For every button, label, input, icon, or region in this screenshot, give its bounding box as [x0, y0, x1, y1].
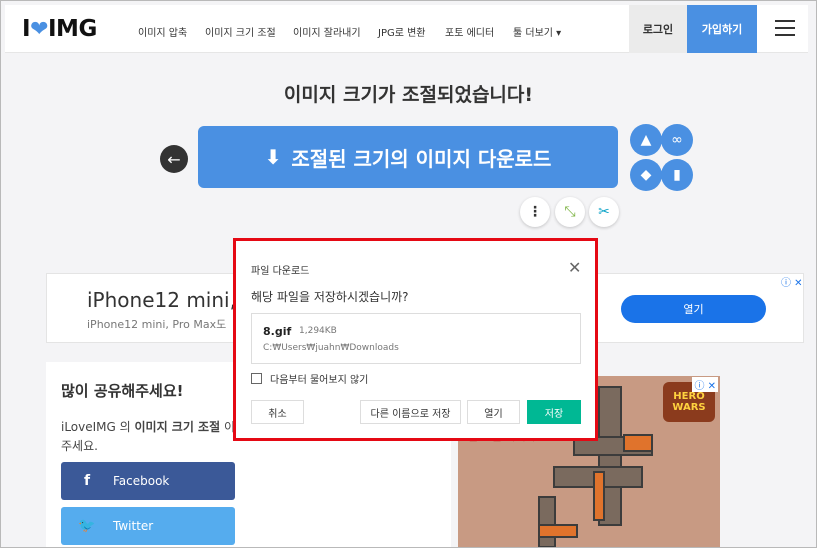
google-drive-icon[interactable]: ▲	[630, 124, 662, 156]
nav-more-tools[interactable]: 툴 더보기 ▾	[513, 24, 561, 39]
ad-subtitle: iPhone12 mini, Pro Max도	[87, 318, 227, 331]
trash-icon[interactable]: ▮	[661, 159, 693, 191]
download-button-label: 조절된 크기의 이미지 다운로드	[291, 146, 552, 171]
more-icon[interactable]: ⋮	[520, 197, 550, 227]
compress-icon[interactable]: ⤡	[555, 197, 585, 227]
dropbox-icon[interactable]: ◆	[630, 159, 662, 191]
checkbox-label: 다음부터 물어보지 않기	[270, 375, 369, 386]
open-button[interactable]: 열기	[467, 400, 520, 424]
page-title: 이미지 크기가 조절되었습니다!	[283, 84, 534, 106]
back-arrow-icon[interactable]: ←	[160, 145, 188, 173]
facebook-share-button[interactable]: f Facebook	[61, 462, 235, 500]
file-name: 8.gif	[263, 325, 292, 338]
save-button[interactable]: 저장	[527, 400, 581, 424]
twitter-share-button[interactable]: 🐦 Twitter	[61, 507, 235, 545]
ad-open-button[interactable]: 열기	[621, 295, 766, 323]
share-text: iLoveIMG 의 이미지 크기 조절 이 ... 주세요.	[61, 420, 250, 453]
iloveimg-logo[interactable]: I❤IMG	[22, 16, 97, 42]
download-button[interactable]: ⬇ 조절된 크기의 이미지 다운로드	[198, 126, 618, 188]
twitter-label: Twitter	[113, 519, 154, 533]
file-path: C:₩Users₩juahn₩Downloads	[263, 343, 399, 353]
download-icon: ⬇	[264, 145, 282, 169]
link-icon[interactable]: ∞	[661, 124, 693, 156]
ad-title: iPhone12 mini,	[87, 288, 236, 312]
checkbox-box[interactable]	[251, 373, 262, 384]
twitter-icon: 🐦	[78, 518, 96, 534]
nav-photo-editor[interactable]: 포토 에디터	[445, 24, 494, 39]
login-button[interactable]: 로그인	[629, 5, 687, 53]
close-icon[interactable]: ✕	[568, 258, 581, 277]
ad-info-icon[interactable]: ⓘ ✕	[692, 377, 718, 392]
ad-info-icon[interactable]: ⓘ ✕	[781, 274, 803, 289]
signup-button[interactable]: 가입하기	[687, 5, 757, 53]
file-download-dialog: 파일 다운로드 ✕ 해당 파일을 저장하시겠습니까? 8.gif 1,294KB…	[233, 238, 598, 441]
hamburger-menu-icon[interactable]	[775, 20, 795, 37]
save-as-button[interactable]: 다른 이름으로 저장	[360, 400, 461, 424]
nav-compress[interactable]: 이미지 압축	[138, 24, 187, 39]
dialog-title: 파일 다운로드	[251, 266, 310, 277]
nav-crop[interactable]: 이미지 잘라내기	[293, 24, 361, 39]
dont-ask-checkbox[interactable]: 다음부터 물어보지 않기	[251, 371, 368, 386]
top-navbar: I❤IMG 이미지 압축 이미지 크기 조절 이미지 잘라내기 JPG로 변환 …	[5, 5, 808, 53]
nav-resize[interactable]: 이미지 크기 조절	[205, 24, 276, 39]
cancel-button[interactable]: 취소	[251, 400, 304, 424]
file-info-box: 8.gif 1,294KB C:₩Users₩juahn₩Downloads	[251, 313, 581, 364]
share-title: 많이 공유해주세요!	[61, 382, 184, 400]
nav-convert-jpg[interactable]: JPG로 변환	[378, 24, 426, 39]
crop-icon[interactable]: ✂	[589, 197, 619, 227]
file-size: 1,294KB	[299, 326, 337, 336]
dialog-question: 해당 파일을 저장하시겠습니까?	[251, 290, 409, 304]
facebook-icon: f	[83, 473, 91, 489]
facebook-label: Facebook	[113, 474, 170, 488]
